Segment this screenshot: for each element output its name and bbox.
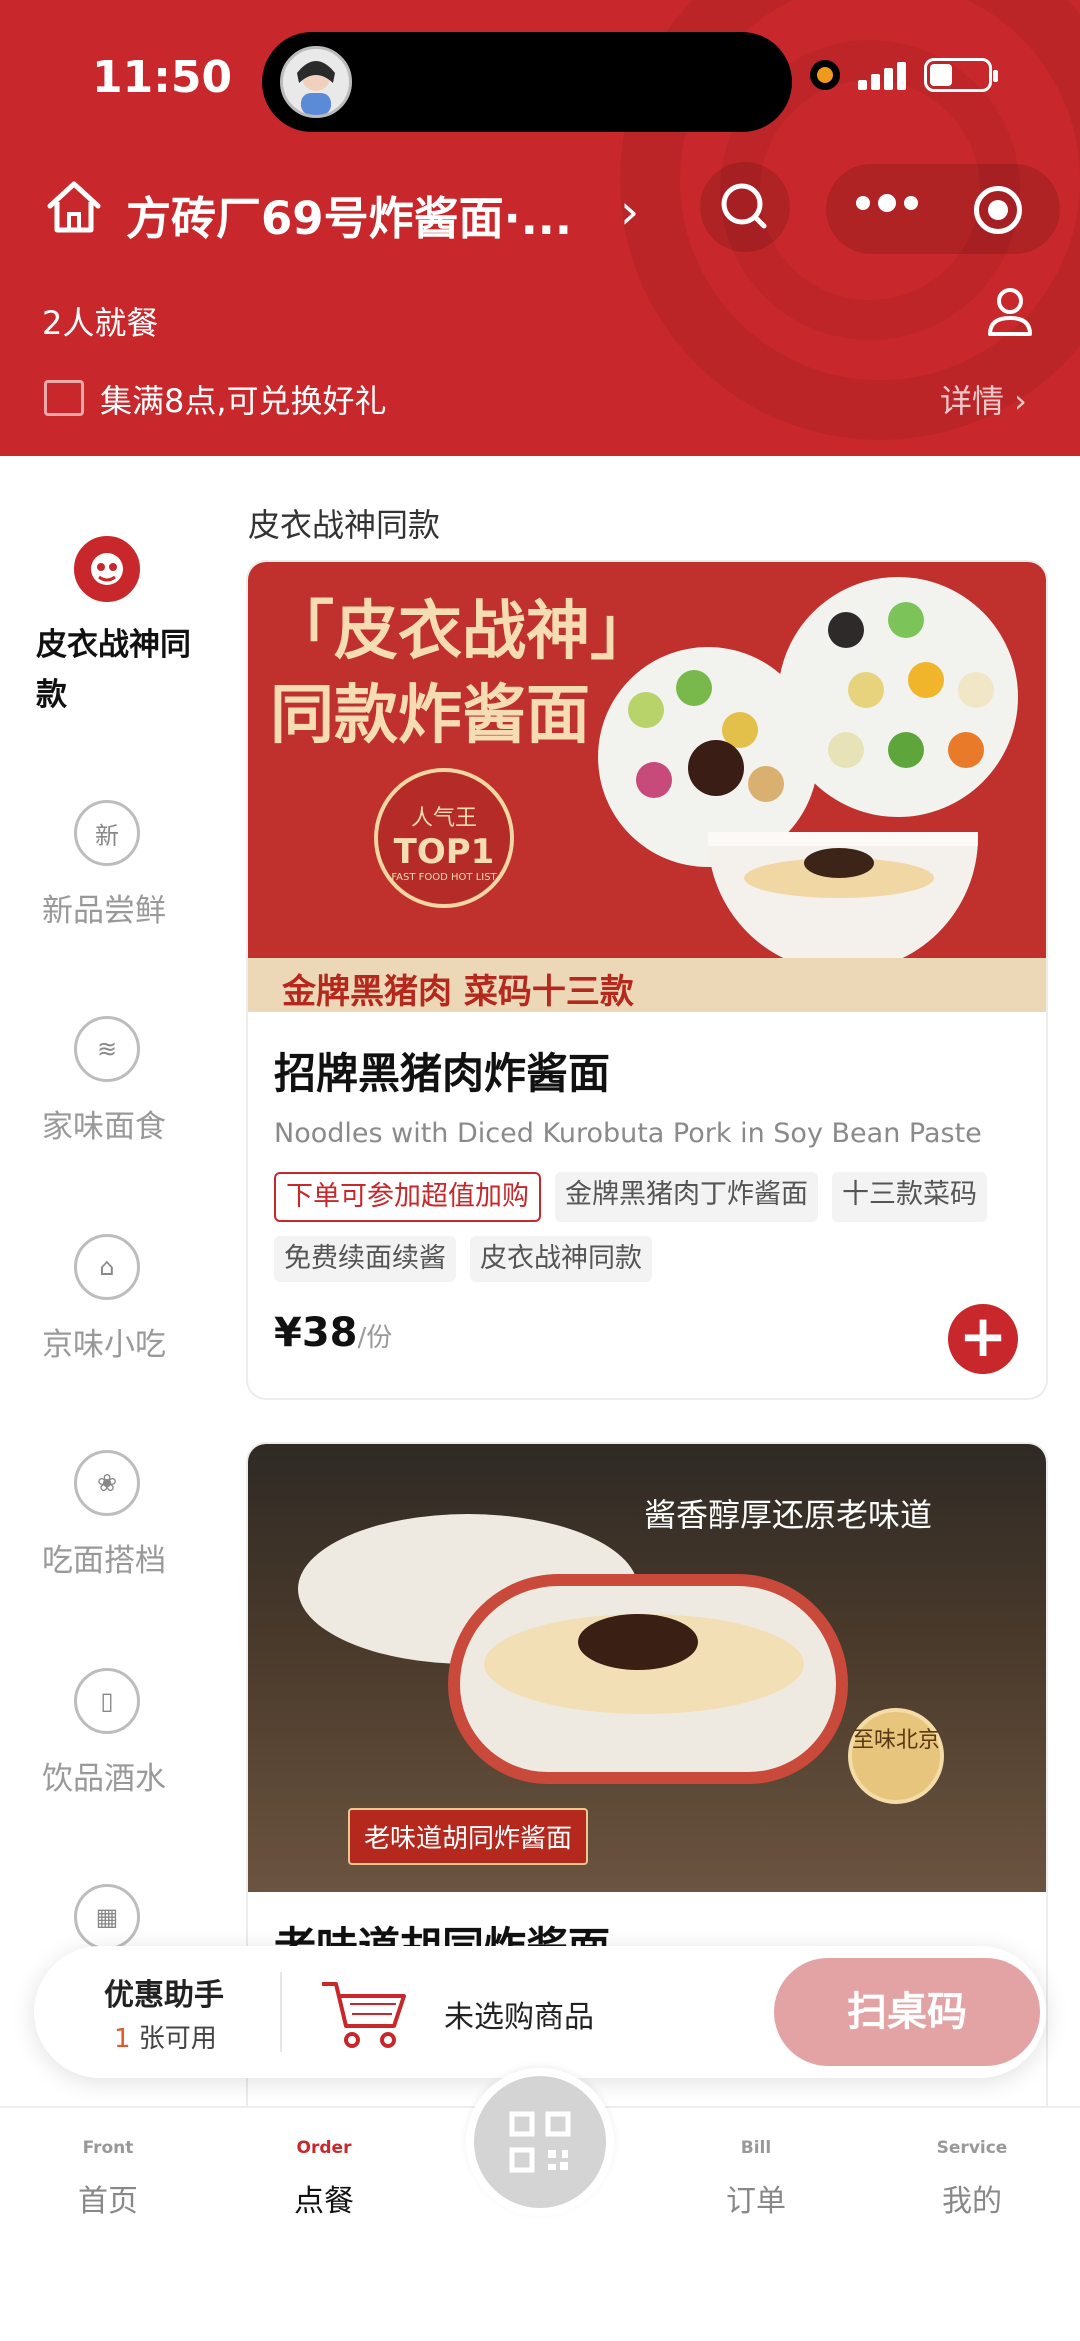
- top1-badge: 人气王 TOP1 FAST FOOD HOT LIST: [374, 768, 514, 908]
- privacy-indicator-icon: [810, 60, 840, 90]
- app-screen: 11:50 方砖厂69号炸酱面·... › 2人就餐 集满8点,可兑换好礼 详情: [0, 0, 1080, 2341]
- tab-label-en: Front: [82, 2138, 134, 2158]
- tag: 金牌黑猪肉丁炸酱面: [555, 1172, 818, 1222]
- tab-label-en: Bill: [740, 2138, 772, 2158]
- diners-count[interactable]: 2人就餐: [42, 298, 158, 344]
- sidebar-item-label: 吃面搭档: [42, 1543, 166, 1579]
- tag: 十三款菜码: [832, 1172, 987, 1222]
- battery-icon: [924, 58, 998, 92]
- new-icon: 新: [74, 800, 140, 866]
- chevron-right-icon[interactable]: ›: [620, 184, 639, 240]
- signal-icon: [858, 60, 906, 90]
- bottom-tabbar: Front 首页 Order 点餐 Bill 订单 Service 我的: [0, 2068, 1080, 2341]
- vegetable-icon: ❀: [74, 1450, 140, 1516]
- price-value: ¥38: [274, 1310, 358, 1356]
- coupon-available[interactable]: 1 张可用: [114, 2018, 217, 2055]
- noodle-bowl-icon: ≋: [74, 1016, 140, 1082]
- product-image: 酱香醇厚还原老味道 老味道胡同炸酱面 至味北京: [248, 1444, 1046, 1892]
- temple-icon: ⌂: [74, 1234, 140, 1300]
- tab-service[interactable]: Service 我的: [902, 2138, 1042, 2220]
- qr-code-icon: [509, 2111, 571, 2173]
- sidebar-item-label: 皮衣战神同款: [36, 627, 191, 713]
- scan-qr-button[interactable]: [466, 2068, 614, 2216]
- tab-label: 我的: [942, 2184, 1002, 2219]
- tag-promo: 下单可参加超值加购: [274, 1172, 541, 1222]
- seal-badge: 至味北京: [848, 1708, 944, 1804]
- avatar: [280, 46, 352, 118]
- gift-icon: ▦: [74, 1884, 140, 1950]
- store-header: 11:50 方砖厂69号炸酱面·... › 2人就餐 集满8点,可兑换好礼 详情: [0, 0, 1080, 456]
- tab-label-en: Service: [936, 2138, 1008, 2158]
- product-name: 招牌黑猪肉炸酱面: [274, 1049, 611, 1098]
- more-icon[interactable]: [856, 194, 918, 212]
- tab-label: 点餐: [294, 2184, 354, 2219]
- product-price: ¥38/份: [274, 1310, 392, 1356]
- product-name-en: Noodles with Diced Kurobuta Pork in Soy …: [274, 1118, 982, 1149]
- category-sidebar: 皮衣战神同款 新 新品尝鲜 ≋ 家味面食 ⌂ 京味小吃 ❀ 吃面搭档 ▯ 饮品酒…: [0, 456, 212, 2116]
- home-icon[interactable]: [44, 178, 104, 236]
- tab-bill[interactable]: Bill 订单: [686, 2138, 826, 2220]
- section-title: 皮衣战神同款: [248, 506, 441, 544]
- tab-home[interactable]: Front 首页: [38, 2138, 178, 2220]
- badge-text: 人气王: [410, 806, 477, 831]
- mascot-icon: [74, 536, 140, 602]
- coupon-unit: 张可用: [130, 2024, 217, 2054]
- close-target-icon[interactable]: [974, 186, 1022, 234]
- tag: 皮衣战神同款: [470, 1236, 652, 1282]
- banner-headline-line: 「皮衣战神」: [270, 594, 654, 669]
- price-unit: /份: [357, 1323, 393, 1353]
- tab-order[interactable]: Order 点餐: [254, 2138, 394, 2220]
- points-card-icon: [44, 380, 84, 416]
- promo-text: 集满8点,可兑换好礼: [100, 382, 387, 420]
- store-title[interactable]: 方砖厂69号炸酱面·...: [126, 182, 606, 247]
- tab-label: 订单: [726, 2184, 786, 2219]
- tab-label: 首页: [78, 2184, 138, 2219]
- tab-label-en: Order: [296, 2138, 352, 2158]
- coupon-helper-title[interactable]: 优惠助手: [104, 1970, 224, 2014]
- banner-strip-text: 金牌黑猪肉 菜码十三款: [282, 972, 634, 1012]
- user-icon[interactable]: [986, 286, 1034, 338]
- banner-headline: 酱香醇厚还原老味道: [644, 1496, 933, 1534]
- cart-bar: 优惠助手 1 张可用 未选购商品 扫桌码: [34, 1946, 1046, 2078]
- sidebar-item-label: 新品尝鲜: [42, 893, 166, 929]
- sidebar-item-label: 京味小吃: [42, 1327, 166, 1363]
- sidebar-item-label: 饮品酒水: [42, 1761, 166, 1797]
- status-time: 11:50: [92, 52, 233, 103]
- product-card[interactable]: 「皮衣战神」 同款炸酱面 人气王 TOP1 FAST FOOD HOT LIST: [248, 562, 1046, 1398]
- promo-detail-link[interactable]: 详情 ›: [940, 376, 1027, 422]
- banner-tag: 老味道胡同炸酱面: [348, 1808, 589, 1865]
- scan-table-code-button[interactable]: 扫桌码: [774, 1958, 1040, 2066]
- search-icon: [721, 183, 767, 229]
- noodle-bowl: [708, 832, 978, 972]
- product-image: 「皮衣战神」 同款炸酱面 人气王 TOP1 FAST FOOD HOT LIST: [248, 562, 1046, 1012]
- add-to-cart-button[interactable]: +: [948, 1304, 1018, 1374]
- divider: [280, 1972, 282, 2052]
- coupon-count: 1: [114, 2024, 131, 2054]
- badge-text: TOP1: [393, 832, 495, 872]
- banner-headline-line: 同款炸酱面: [270, 678, 590, 753]
- tag: 免费续面续酱: [274, 1236, 456, 1282]
- cup-icon: ▯: [74, 1668, 140, 1734]
- dynamic-island: [262, 32, 792, 132]
- cart-status: 未选购商品: [444, 2000, 594, 2035]
- status-indicators: [810, 58, 998, 92]
- sidebar-item-label: 家味面食: [42, 1109, 166, 1145]
- banner-headline: 「皮衣战神」 同款炸酱面: [270, 590, 654, 758]
- sauce: [578, 1614, 698, 1670]
- miniapp-capsule: [826, 164, 1060, 254]
- product-tags: 下单可参加超值加购 金牌黑猪肉丁炸酱面 十三款菜码 免费续面续酱 皮衣战神同款: [274, 1172, 1034, 1282]
- badge-text: FAST FOOD HOT LIST: [391, 872, 497, 883]
- cart-icon[interactable]: [316, 1974, 416, 2054]
- search-button[interactable]: [700, 162, 790, 252]
